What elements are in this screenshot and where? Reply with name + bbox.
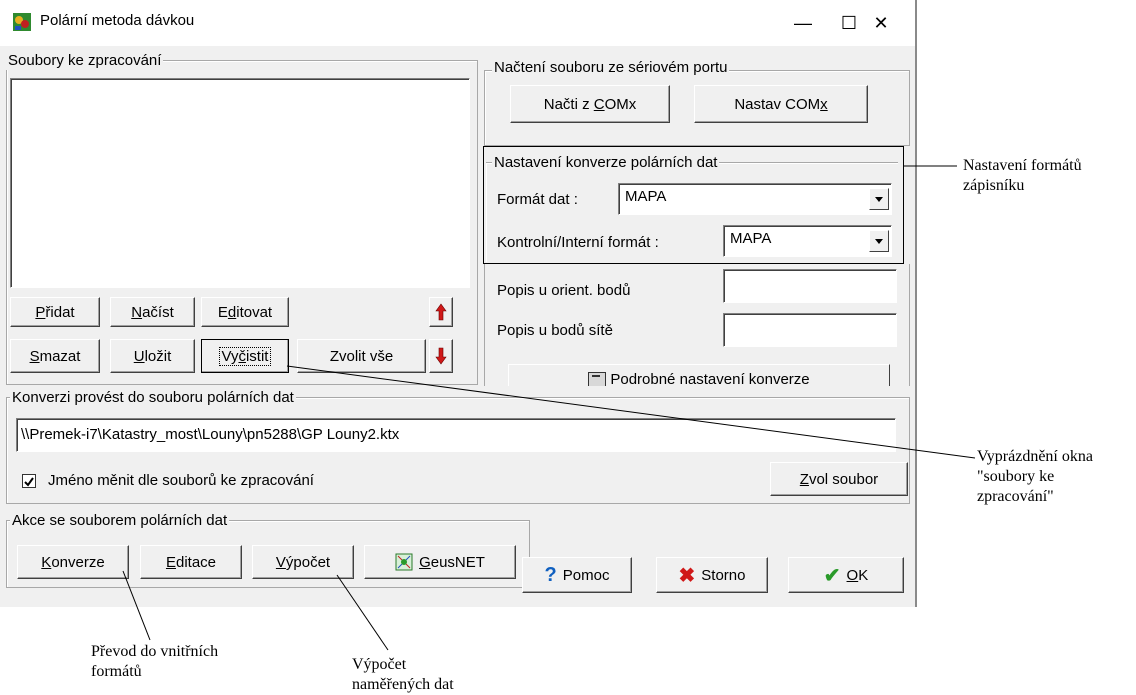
convert-note-line2: formátů bbox=[91, 663, 142, 680]
compute-note-line1: Výpočet bbox=[352, 656, 407, 673]
compute-note: Výpočet naměřených dat bbox=[352, 655, 454, 695]
annotation-leaders bbox=[122, 165, 976, 651]
convert-note-line1: Převod do vnitřních bbox=[91, 643, 219, 660]
format-note: Nastavení formátů zápisníku bbox=[963, 156, 1082, 196]
format-note-line1: Nastavení formátů bbox=[963, 157, 1082, 174]
clear-note: Vyprázdnění okna "soubory ke zpracování" bbox=[977, 447, 1093, 507]
clear-note-line2: "soubory ke bbox=[977, 468, 1055, 485]
clear-note-leader bbox=[286, 365, 976, 459]
compute-note-line2: naměřených dat bbox=[352, 676, 454, 693]
compute-note-leader bbox=[336, 574, 389, 651]
clear-note-line1: Vyprázdnění okna bbox=[977, 448, 1093, 465]
clear-note-line3: zpracování" bbox=[977, 488, 1054, 505]
format-note-line2: zápisníku bbox=[963, 177, 1025, 194]
convert-note-leader bbox=[122, 570, 151, 641]
convert-note: Převod do vnitřních formátů bbox=[91, 642, 218, 682]
